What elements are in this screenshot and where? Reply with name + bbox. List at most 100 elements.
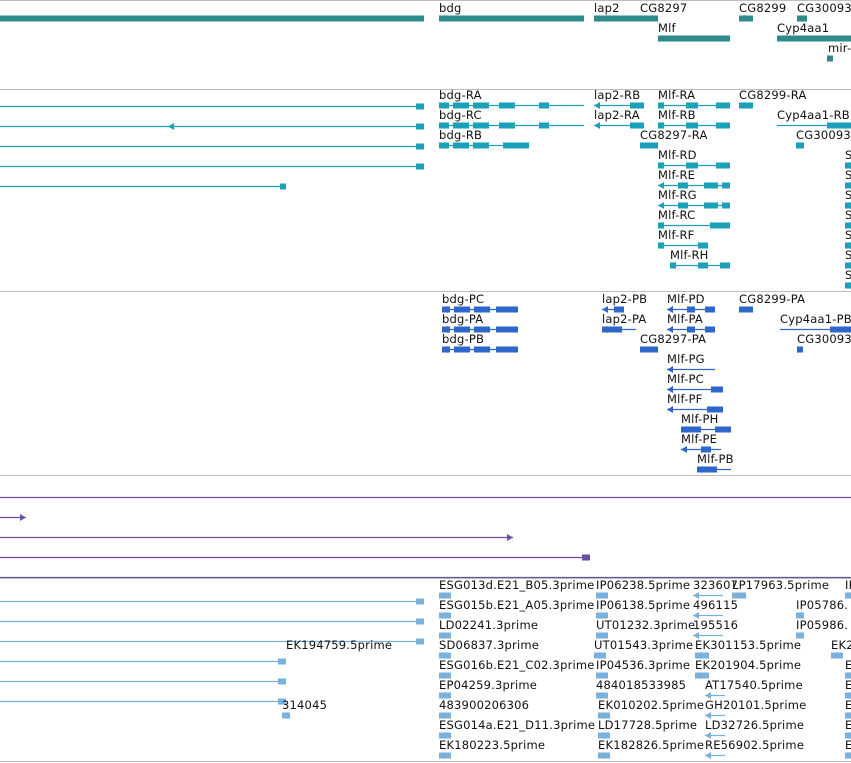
feature-glyph <box>0 618 424 625</box>
feature-label: 195516 <box>693 618 739 632</box>
feature-label: Mlf-PF <box>667 392 703 406</box>
feature-label: RE56902.5prime <box>705 738 805 752</box>
feature-label: Mlf-RH <box>670 248 709 262</box>
feature-label: S <box>845 168 851 182</box>
feature-glyph <box>0 514 26 521</box>
feature-label: ESG013d.E21_B05.3prime <box>439 578 595 592</box>
feature-label: EK194759.5prime <box>286 638 393 652</box>
feature-label: lap2-RB <box>594 88 641 102</box>
feature-label: ESG015b.E21_A05.3prime <box>439 598 595 612</box>
feature-label: S <box>845 248 851 262</box>
feature-label: E <box>845 738 851 752</box>
feature-label: Mlf-PB <box>697 452 734 466</box>
feature-glyph <box>439 15 584 22</box>
feature-label: Mlf-RD <box>658 148 697 162</box>
feature-label: CG8299-PA <box>739 292 806 306</box>
feature-label: CG8299 <box>739 1 787 15</box>
feature-label: lap2 <box>594 1 620 15</box>
feature-label: IP05986. <box>796 618 849 632</box>
track-divider <box>0 291 851 292</box>
feature-label: EK201904.5prime <box>695 658 802 672</box>
feature-glyph <box>0 658 286 665</box>
feature-label: Mlf-RB <box>658 108 696 122</box>
feature-label: EK182826.5prime <box>598 738 705 752</box>
feature-glyph <box>0 494 851 501</box>
feature-label: SD06837.3prime <box>439 638 540 652</box>
feature-label: Mlf-PA <box>667 312 703 326</box>
feature-label: 314045 <box>282 698 328 712</box>
feature-label: Mlf-PH <box>681 412 719 426</box>
feature-label: Mlf-RA <box>658 88 696 102</box>
feature-label: Mlf-RC <box>658 208 696 222</box>
feature-glyph <box>0 598 424 605</box>
feature-label: bdg-RA <box>439 88 482 102</box>
feature-label: S <box>845 208 851 222</box>
feature-glyph <box>670 262 730 269</box>
feature-label: mir- <box>828 41 851 55</box>
feature-label: EK180223.5prime <box>439 738 546 752</box>
feature-label: S <box>845 268 851 282</box>
feature-glyph <box>827 55 833 62</box>
feature-label: AT17540.5prime <box>705 678 803 692</box>
feature-glyph <box>0 698 286 705</box>
feature-label: IP05786. <box>796 598 849 612</box>
feature-label: GH20101.5prime <box>705 698 807 712</box>
feature-glyph <box>640 15 658 22</box>
feature-label: EP04259.3prime <box>439 678 538 692</box>
feature-glyph <box>739 306 753 313</box>
feature-label: CG8297-PA <box>640 332 707 346</box>
feature-label: IP06238.5prime <box>596 578 691 592</box>
feature-glyph <box>0 103 424 110</box>
feature-label: Mlf-PD <box>667 292 705 306</box>
feature-label: EK301153.5prime <box>695 638 802 652</box>
feature-label: Mlf-PG <box>667 352 705 366</box>
feature-glyph <box>0 123 424 130</box>
feature-label: bdg-PA <box>442 312 484 326</box>
feature-label: lap2-PA <box>602 312 647 326</box>
feature-label: LD02241.3prime <box>439 618 539 632</box>
feature-label: CG30093 <box>797 1 851 15</box>
feature-glyph <box>598 752 610 759</box>
feature-glyph <box>0 678 286 685</box>
feature-glyph <box>439 752 451 759</box>
feature-label: LD17728.5prime <box>598 718 698 732</box>
feature-label: bdg-RB <box>439 128 483 142</box>
feature-label: bdg-PB <box>442 332 485 346</box>
feature-label: 484018533985 <box>596 678 687 692</box>
feature-glyph <box>796 142 804 149</box>
feature-label: CG8297-RA <box>640 128 708 142</box>
feature-glyph <box>442 346 518 353</box>
feature-label: Mlf <box>658 21 676 35</box>
feature-glyph <box>602 326 636 333</box>
feature-label: bdg <box>439 1 462 15</box>
feature-glyph <box>739 102 753 109</box>
feature-glyph <box>640 346 658 353</box>
feature-label: CG8297 <box>640 1 688 15</box>
feature-label: EK010202.5prime <box>598 698 705 712</box>
feature-label: E <box>845 658 851 672</box>
feature-label: EK2 <box>831 638 851 652</box>
feature-label: UT01543.3prime <box>594 638 694 652</box>
feature-label: E <box>845 718 851 732</box>
feature-glyph <box>845 752 851 759</box>
feature-label: IP06138.5prime <box>596 598 691 612</box>
feature-label: bdg-PC <box>442 292 485 306</box>
feature-label: E <box>845 678 851 692</box>
feature-glyph <box>658 35 730 42</box>
feature-glyph <box>0 143 424 150</box>
feature-glyph <box>831 652 843 659</box>
track-divider <box>0 475 851 476</box>
feature-glyph <box>0 15 424 22</box>
feature-glyph <box>0 163 424 170</box>
feature-label: 496115 <box>693 598 739 612</box>
feature-label: Cyp4aa1-RB <box>777 108 850 122</box>
genome-browser-viewport[interactable]: bdg lap2 CG8297 CG8299 CG30093 Mlf Cyp4aa1 mir-… <box>0 0 851 763</box>
track-divider <box>0 761 851 762</box>
feature-label: Mlf-RG <box>658 188 697 202</box>
feature-label: S <box>845 148 851 162</box>
feature-glyph <box>797 346 803 353</box>
feature-label: LD32726.5prime <box>705 718 805 732</box>
feature-label: lap2-RA <box>594 108 640 122</box>
feature-label: Mlf-PC <box>667 372 704 386</box>
feature-label: IP04536.3prime <box>596 658 691 672</box>
